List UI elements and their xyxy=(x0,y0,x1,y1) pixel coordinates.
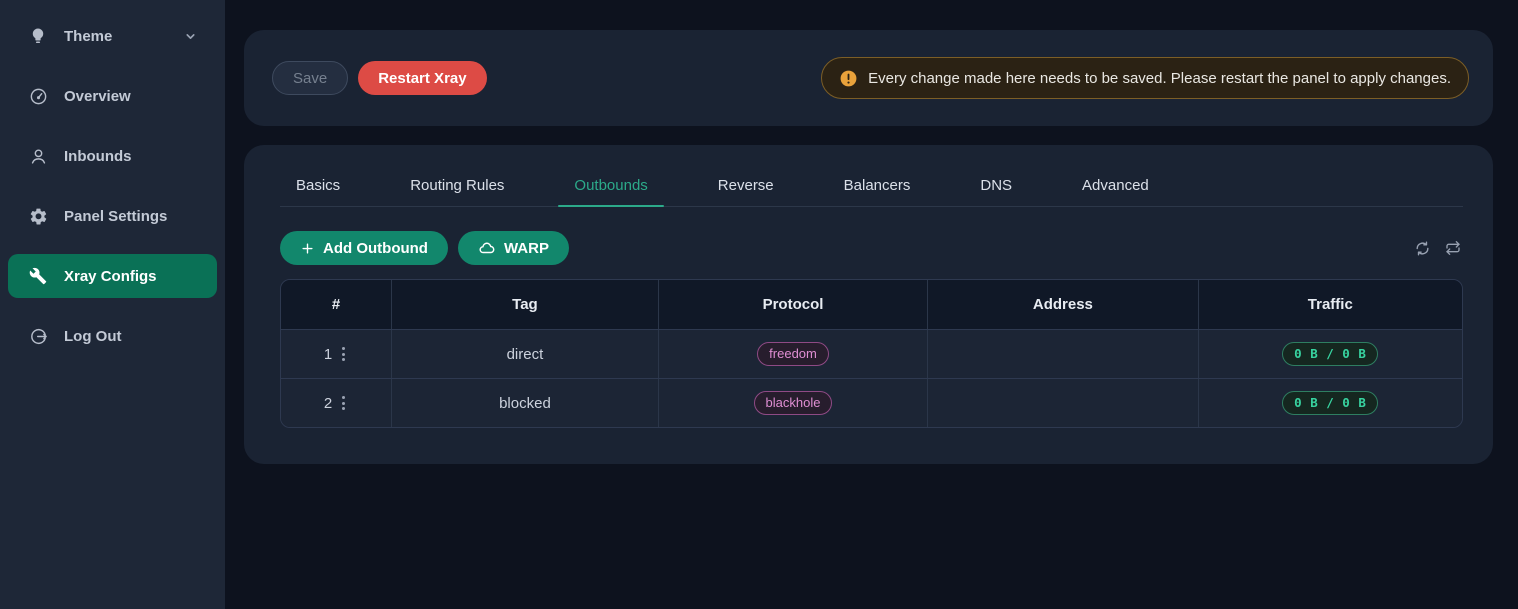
sidebar: Theme Overview Inbounds Pane xyxy=(0,0,225,609)
plus-icon xyxy=(300,241,315,256)
tab-routing-rules[interactable]: Routing Rules xyxy=(394,165,520,206)
logout-icon xyxy=(28,326,48,346)
row-address-cell xyxy=(928,379,1198,427)
sidebar-item-label: Panel Settings xyxy=(64,208,167,225)
save-button[interactable]: Save xyxy=(272,61,348,95)
column-header-tag: Tag xyxy=(392,280,659,329)
sync-icon xyxy=(1414,240,1431,257)
row-protocol-cell: blackhole xyxy=(659,379,928,427)
column-header-index: # xyxy=(281,280,392,329)
repeat-icon xyxy=(1445,240,1461,256)
row-index: 2 xyxy=(324,395,332,412)
alert-text: Every change made here needs to be saved… xyxy=(868,70,1451,87)
xray-config-card: Basics Routing Rules Outbounds Reverse B… xyxy=(244,145,1493,464)
tab-advanced[interactable]: Advanced xyxy=(1066,165,1165,206)
toolbar-card: Save Restart Xray Every change made here… xyxy=(244,30,1493,126)
tab-basics[interactable]: Basics xyxy=(280,165,356,206)
warp-button[interactable]: WARP xyxy=(458,231,569,265)
sidebar-item-overview[interactable]: Overview xyxy=(8,74,217,118)
sidebar-item-theme[interactable]: Theme xyxy=(8,14,217,58)
cloud-icon xyxy=(478,239,496,257)
column-header-protocol: Protocol xyxy=(659,280,928,329)
table-header-row: # Tag Protocol Address Traffic xyxy=(281,280,1462,329)
sidebar-item-label: Overview xyxy=(64,88,131,105)
row-tag-cell: direct xyxy=(392,330,659,378)
person-icon xyxy=(28,146,48,166)
row-address-cell xyxy=(928,330,1198,378)
protocol-badge: freedom xyxy=(757,342,829,366)
row-tag-cell: blocked xyxy=(392,379,659,427)
sidebar-item-label: Log Out xyxy=(64,328,121,345)
sidebar-item-log-out[interactable]: Log Out xyxy=(8,314,217,358)
row-traffic-cell: 0 B / 0 B xyxy=(1199,379,1462,427)
sidebar-item-label: Inbounds xyxy=(64,148,132,165)
row-index-cell: 1 xyxy=(281,330,392,378)
row-menu-icon[interactable] xyxy=(339,343,348,365)
tab-dns[interactable]: DNS xyxy=(964,165,1028,206)
table-row: 2 blocked blackhole 0 B / 0 B xyxy=(281,378,1462,427)
actions-row: Add Outbound WARP xyxy=(280,231,1463,265)
traffic-badge: 0 B / 0 B xyxy=(1282,342,1378,366)
row-index: 1 xyxy=(324,346,332,363)
sidebar-item-inbounds[interactable]: Inbounds xyxy=(8,134,217,178)
restart-xray-button[interactable]: Restart Xray xyxy=(358,61,486,95)
outbounds-table: # Tag Protocol Address Traffic 1 direct … xyxy=(280,279,1463,428)
column-header-address: Address xyxy=(928,280,1198,329)
tab-bar: Basics Routing Rules Outbounds Reverse B… xyxy=(280,165,1463,207)
gauge-icon xyxy=(28,86,48,106)
tab-outbounds[interactable]: Outbounds xyxy=(558,165,663,206)
wrench-icon xyxy=(28,266,48,286)
table-row: 1 direct freedom 0 B / 0 B xyxy=(281,329,1462,378)
traffic-badge: 0 B / 0 B xyxy=(1282,391,1378,415)
warning-icon xyxy=(839,69,858,88)
bulb-icon xyxy=(28,26,48,46)
protocol-badge: blackhole xyxy=(754,391,833,415)
sidebar-item-label: Theme xyxy=(64,28,112,45)
column-header-traffic: Traffic xyxy=(1199,280,1462,329)
sidebar-item-panel-settings[interactable]: Panel Settings xyxy=(8,194,217,238)
table-tools xyxy=(1414,240,1463,257)
row-menu-icon[interactable] xyxy=(339,392,348,414)
main-content: Save Restart Xray Every change made here… xyxy=(225,0,1518,609)
chevron-down-icon xyxy=(184,30,197,43)
warning-alert: Every change made here needs to be saved… xyxy=(821,57,1469,99)
sidebar-item-xray-configs[interactable]: Xray Configs xyxy=(8,254,217,298)
tab-balancers[interactable]: Balancers xyxy=(828,165,927,206)
row-protocol-cell: freedom xyxy=(659,330,928,378)
gear-icon xyxy=(28,206,48,226)
row-traffic-cell: 0 B / 0 B xyxy=(1199,330,1462,378)
reload-config-button[interactable] xyxy=(1445,240,1461,256)
add-outbound-button[interactable]: Add Outbound xyxy=(280,231,448,265)
sidebar-item-label: Xray Configs xyxy=(64,268,157,285)
refresh-button[interactable] xyxy=(1414,240,1431,257)
row-index-cell: 2 xyxy=(281,379,392,427)
tab-reverse[interactable]: Reverse xyxy=(702,165,790,206)
